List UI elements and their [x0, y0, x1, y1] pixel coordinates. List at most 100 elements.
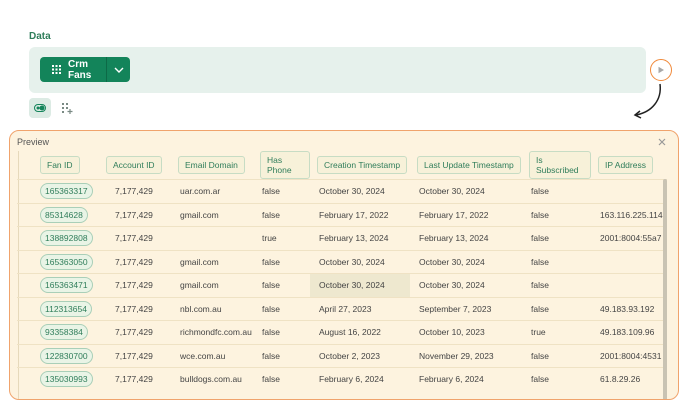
- table-cell: October 30, 2024: [410, 273, 522, 297]
- column-header[interactable]: Last Update Timestamp: [410, 151, 522, 180]
- table-cell: false: [253, 343, 310, 368]
- table-cell: false: [253, 249, 310, 274]
- table-header-row: Fan ID Account ID Email Domain Has Phone…: [17, 151, 667, 180]
- table-cell: October 2, 2023: [310, 343, 410, 368]
- run-button[interactable]: [650, 59, 672, 81]
- table-cell: October 10, 2023: [410, 320, 522, 344]
- table-cell: false: [253, 202, 310, 227]
- table-cell: 7,177,429: [106, 343, 171, 368]
- table-row: 165363317 7,177,429 uar.com.ar false October…: [17, 179, 667, 203]
- table-cell: February 6, 2024: [410, 367, 522, 391]
- column-header[interactable]: Has Phone: [253, 151, 310, 180]
- table-cell: false: [522, 202, 591, 227]
- fan-id-cell: 93358384: [17, 320, 106, 344]
- table-cell: April 27, 2023: [310, 296, 410, 321]
- fan-id-badge[interactable]: 93358384: [40, 324, 88, 341]
- table-cell: 7,177,429: [106, 367, 171, 391]
- table-cell: 163.116.225.114: [591, 202, 667, 227]
- fan-id-badge[interactable]: 122830700: [40, 347, 93, 364]
- fan-id-badge[interactable]: 85314628: [40, 206, 88, 223]
- table-cell: false: [522, 273, 591, 297]
- table-cell: 7,177,429: [106, 296, 171, 321]
- fan-id-badge[interactable]: 135030993: [40, 371, 93, 388]
- table-cell: September 7, 2023: [410, 296, 522, 321]
- table-cell: 7,177,429: [106, 226, 171, 250]
- table-cell: 2001:8004:4531: [591, 343, 667, 368]
- table-row: 138892808 7,177,429 true February 13, 2024 F…: [17, 226, 667, 250]
- table-row: 112313654 7,177,429 nbl.com.au false April 2…: [17, 296, 667, 321]
- table-cell: bulldogs.com.au: [171, 367, 253, 391]
- fan-id-badge[interactable]: 112313654: [40, 300, 92, 317]
- table-cell: [591, 273, 667, 297]
- toggle-icon: [34, 104, 46, 112]
- fan-id-cell: 165363317: [17, 179, 106, 203]
- table-row: 165363050 7,177,429 gmail.com false October …: [17, 249, 667, 274]
- source-label: Crm Fans: [68, 58, 92, 81]
- preview-title: Preview: [17, 137, 50, 147]
- table-cell: October 30, 2024: [410, 179, 522, 203]
- table-cell: uar.com.ar: [171, 179, 253, 203]
- table-row: 85314628 7,177,429 gmail.com false February …: [17, 202, 667, 227]
- fan-id-cell: 165363050: [17, 249, 106, 274]
- table-cell: 49.183.109.96: [591, 320, 667, 344]
- chevron-down-icon[interactable]: [107, 67, 130, 73]
- play-icon: [658, 66, 664, 74]
- table-cell: November 29, 2023: [410, 343, 522, 368]
- source-dropdown-button[interactable]: Crm Fans: [40, 57, 130, 82]
- table-cell: 7,177,429: [106, 249, 171, 274]
- table-cell: gmail.com: [171, 249, 253, 274]
- table-cell: 7,177,429: [106, 320, 171, 344]
- table-cell: [171, 226, 253, 250]
- table-cell: false: [522, 343, 591, 368]
- curved-arrow-icon: [633, 83, 661, 119]
- fan-id-cell: 138892808: [17, 226, 106, 250]
- table-cell: gmail.com: [171, 202, 253, 227]
- table-row: 135030993 7,177,429 bulldogs.com.au false Fe…: [17, 367, 667, 391]
- preview-table: Fan ID Account ID Email Domain Has Phone…: [17, 151, 667, 391]
- table-cell: false: [522, 179, 591, 203]
- fan-id-badge[interactable]: 138892808: [40, 230, 93, 247]
- table-cell: 7,177,429: [106, 179, 171, 203]
- table-cell: 2001:8004:55a7: [591, 226, 667, 250]
- grid-settings-button[interactable]: [56, 98, 78, 118]
- column-header[interactable]: Account ID: [106, 151, 171, 180]
- fan-id-badge[interactable]: 165363317: [40, 183, 93, 200]
- table-cell: false: [522, 296, 591, 321]
- section-label-data: Data: [29, 31, 51, 42]
- grid-icon: [40, 65, 66, 74]
- table-cell: August 16, 2022: [310, 320, 410, 344]
- table-cell: false: [522, 226, 591, 250]
- table-cell: October 30, 2024: [410, 249, 522, 274]
- table-cell: February 6, 2024: [310, 367, 410, 391]
- column-header[interactable]: Email Domain: [171, 151, 253, 180]
- table-cell: February 17, 2022: [310, 202, 410, 227]
- table-cell: false: [253, 179, 310, 203]
- table-cell: [591, 249, 667, 274]
- table-cell: February 13, 2024: [310, 226, 410, 250]
- toggle-view-button[interactable]: [29, 98, 51, 118]
- table-cell: October 30, 2024: [310, 273, 410, 297]
- fan-id-badge[interactable]: 165363050: [40, 253, 93, 270]
- table-cell: false: [522, 367, 591, 391]
- table-cell: October 30, 2024: [310, 179, 410, 203]
- table-row: 165363471 7,177,429 gmail.com false October …: [17, 273, 667, 297]
- preview-panel: Preview Fan ID Account ID Email Domain H…: [9, 130, 679, 400]
- table-cell: false: [253, 367, 310, 391]
- fan-id-badge[interactable]: 165363471: [40, 277, 93, 294]
- table-cell: 49.183.93.192: [591, 296, 667, 321]
- grid-settings-icon: [61, 102, 72, 114]
- column-header[interactable]: Creation Timestamp: [310, 151, 410, 180]
- table-cell: richmondfc.com.au: [171, 320, 253, 344]
- vertical-scrollbar[interactable]: [663, 179, 667, 399]
- column-header[interactable]: Fan ID: [17, 151, 106, 180]
- table-cell: October 30, 2024: [310, 249, 410, 274]
- close-icon[interactable]: [656, 136, 668, 148]
- table-cell: [591, 179, 667, 203]
- table-cell: 7,177,429: [106, 273, 171, 297]
- column-header[interactable]: IP Address: [591, 151, 667, 180]
- column-header[interactable]: Is Subscribed: [522, 151, 591, 180]
- table-cell: 61.8.29.26: [591, 367, 667, 391]
- table-cell: false: [253, 296, 310, 321]
- table-cell: 7,177,429: [106, 202, 171, 227]
- table-cell: true: [522, 320, 591, 344]
